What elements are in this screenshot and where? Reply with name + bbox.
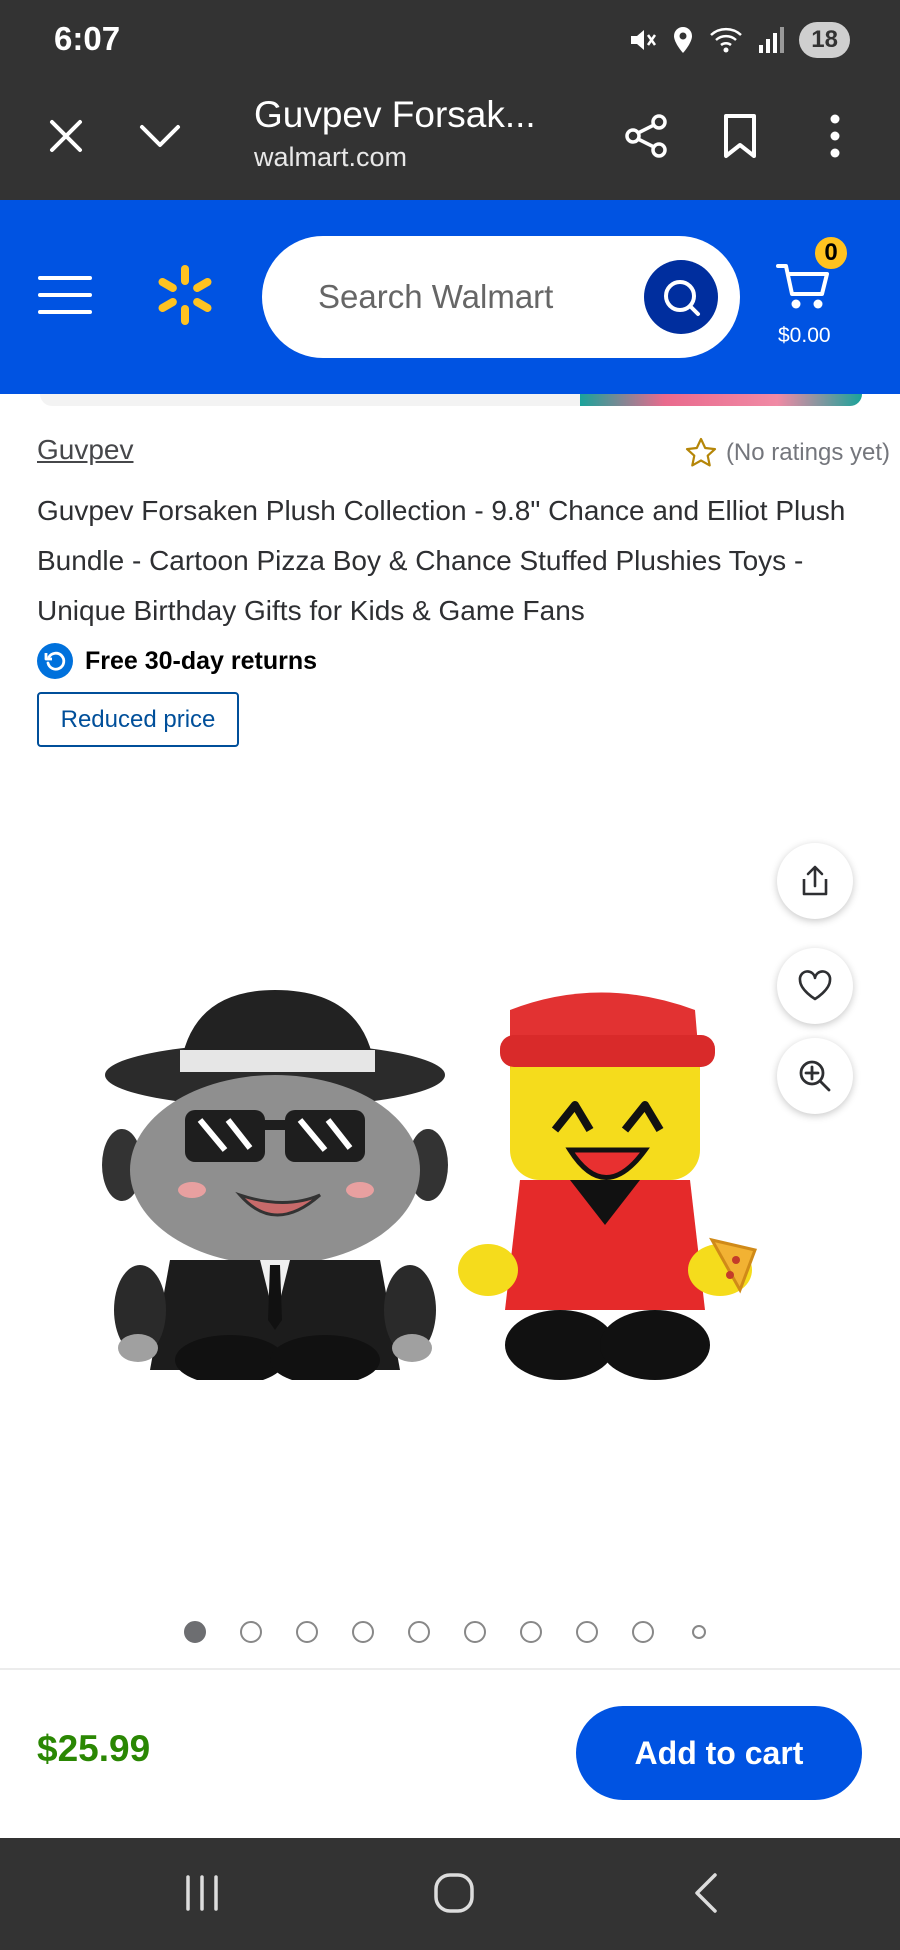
carousel-dot[interactable] [184,1620,240,1644]
menu-icon[interactable] [38,272,92,318]
share-image-button[interactable] [777,843,853,919]
search-box [262,236,740,358]
carousel-dot[interactable] [520,1620,576,1644]
mute-icon [631,30,657,50]
rating-text: (No ratings yet) [725,439,890,466]
close-icon[interactable] [36,106,96,166]
carousel-dot[interactable] [632,1620,688,1644]
heart-icon [798,970,832,1001]
chevron-down-icon[interactable] [130,106,190,166]
brand-link[interactable]: Guvpev [37,434,134,466]
returns-info[interactable]: Free 30-day returns [37,643,317,679]
returns-icon [37,643,73,679]
carousel-dots [184,1620,744,1644]
zoom-in-icon [799,1060,831,1092]
carousel-dot[interactable] [464,1620,520,1644]
cart-count-badge: 0 [812,234,850,272]
buy-bar: $25.99 Add to cart [0,1670,900,1838]
page-domain[interactable]: walmart.com [254,142,407,173]
star-icon [685,437,717,467]
add-to-cart-button[interactable]: Add to cart [576,1706,862,1800]
back-button[interactable] [676,1868,736,1918]
carousel-dot[interactable] [408,1620,464,1644]
price: $25.99 [37,1728,151,1769]
signal-icon [759,27,785,53]
system-nav-bar [0,1838,900,1950]
status-bar: 6:07 18 [0,0,900,84]
search-icon [664,280,700,316]
carousel-dot[interactable] [296,1620,352,1644]
status-icons: 18 [627,22,850,58]
returns-text: Free 30-day returns [85,646,318,675]
carousel-dot[interactable] [240,1620,296,1644]
carousel-dot[interactable] [352,1620,408,1644]
search-button[interactable] [644,260,718,334]
plush-left [102,990,448,1380]
browser-toolbar: Guvpev Forsak... walmart.com [0,84,900,200]
product-title: Guvpev Forsaken Plush Collection - 9.8" … [37,495,846,626]
wifi-icon [710,27,743,53]
rating[interactable]: (No ratings yet) [684,436,890,470]
walmart-spark-icon[interactable] [152,262,218,328]
upload-icon [802,865,828,896]
status-time: 6:07 [54,20,121,57]
home-button[interactable] [424,1868,484,1918]
zoom-button[interactable] [777,1038,853,1114]
page-title[interactable]: Guvpev Forsak... [254,94,536,136]
search-input[interactable] [318,272,618,322]
reduced-price-tag: Reduced price [37,692,239,747]
image-gallery[interactable] [0,770,900,1640]
previous-card-peek [40,394,862,406]
product-image[interactable] [100,980,810,1380]
carousel-dot[interactable] [688,1620,744,1644]
location-icon [674,27,693,53]
favorite-button[interactable] [777,948,853,1024]
share-icon[interactable] [617,106,677,166]
bookmark-icon[interactable] [710,106,770,166]
more-vertical-icon[interactable] [805,106,865,166]
battery-indicator: 18 [799,22,850,58]
walmart-header: 0 $0.00 [0,200,900,394]
cart-total: $0.00 [778,324,831,347]
carousel-dot[interactable] [576,1620,632,1644]
plush-right [458,992,758,1380]
cart-button[interactable]: 0 $0.00 [772,234,872,364]
recent-apps-button[interactable] [172,1868,232,1918]
